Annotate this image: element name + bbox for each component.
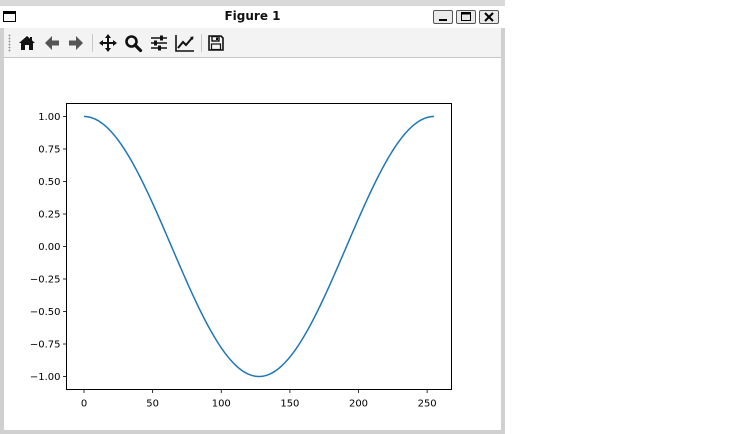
window-frame-right	[501, 28, 505, 434]
y-axis: −1.00 −0.75 −0.50 −0.25 0.00 0.25 0.50 0.75 1.00	[30, 112, 67, 383]
navigation-toolbar	[4, 28, 501, 58]
figure-canvas[interactable]: −1.00 −0.75 −0.50 −0.25 0.00 0.25 0.50 0.75 1.00…	[4, 58, 501, 430]
toolbar-separator	[201, 34, 202, 52]
window-frame-bottom	[0, 430, 505, 434]
pan-icon	[99, 34, 117, 52]
series-line	[83, 115, 435, 378]
y-tick-label: 0.25	[38, 210, 60, 221]
y-tick-label: 0.75	[38, 145, 60, 156]
minimize-icon	[439, 19, 447, 21]
close-button[interactable]	[479, 10, 499, 24]
configure-subplots-button[interactable]	[148, 32, 170, 54]
configure-subplots-icon	[151, 35, 167, 51]
x-tick-label: 100	[212, 399, 231, 410]
home-icon	[19, 36, 35, 50]
x-tick-label: 150	[280, 399, 299, 410]
zoom-button[interactable]	[122, 32, 144, 54]
figure-window: Figure 1 −1.00 −0.75 −0.50 −0.25 0.00 0.…	[0, 0, 505, 434]
edit-axis-icon	[175, 35, 194, 52]
forward-icon	[69, 36, 83, 50]
maximize-button[interactable]	[456, 10, 476, 24]
y-tick-label: 1.00	[38, 112, 60, 123]
y-tick-label: −0.50	[30, 307, 61, 318]
minimize-button[interactable]	[433, 10, 453, 24]
y-tick-label: −1.00	[30, 372, 61, 383]
home-button[interactable]	[16, 32, 38, 54]
x-tick-label: 250	[418, 399, 437, 410]
edit-axis-button[interactable]	[173, 32, 195, 54]
axes-frame	[66, 103, 452, 390]
zoom-icon	[125, 35, 143, 53]
y-tick-label: −0.75	[30, 340, 61, 351]
toolbar-separator	[92, 34, 93, 52]
pan-button[interactable]	[97, 32, 119, 54]
line-chart[interactable]: −1.00 −0.75 −0.50 −0.25 0.00 0.25 0.50 0.75 1.00…	[4, 58, 501, 430]
save-button[interactable]	[205, 32, 227, 54]
x-tick-label: 200	[349, 399, 368, 410]
maximize-icon	[461, 12, 471, 21]
x-axis: 0 50 100 150 200 250	[81, 389, 437, 410]
forward-button[interactable]	[65, 32, 87, 54]
window-title: Figure 1	[224, 9, 281, 23]
x-tick-label: 50	[146, 399, 159, 410]
back-icon	[45, 36, 59, 50]
title-bar[interactable]: Figure 1	[0, 6, 505, 28]
y-tick-label: 0.00	[38, 242, 60, 253]
toolbar-grip[interactable]	[8, 34, 11, 52]
back-button[interactable]	[41, 32, 63, 54]
save-icon	[208, 35, 224, 51]
y-tick-label: 0.50	[38, 177, 60, 188]
close-icon	[484, 12, 494, 22]
y-tick-label: −0.25	[30, 275, 61, 286]
x-tick-label: 0	[81, 399, 87, 410]
